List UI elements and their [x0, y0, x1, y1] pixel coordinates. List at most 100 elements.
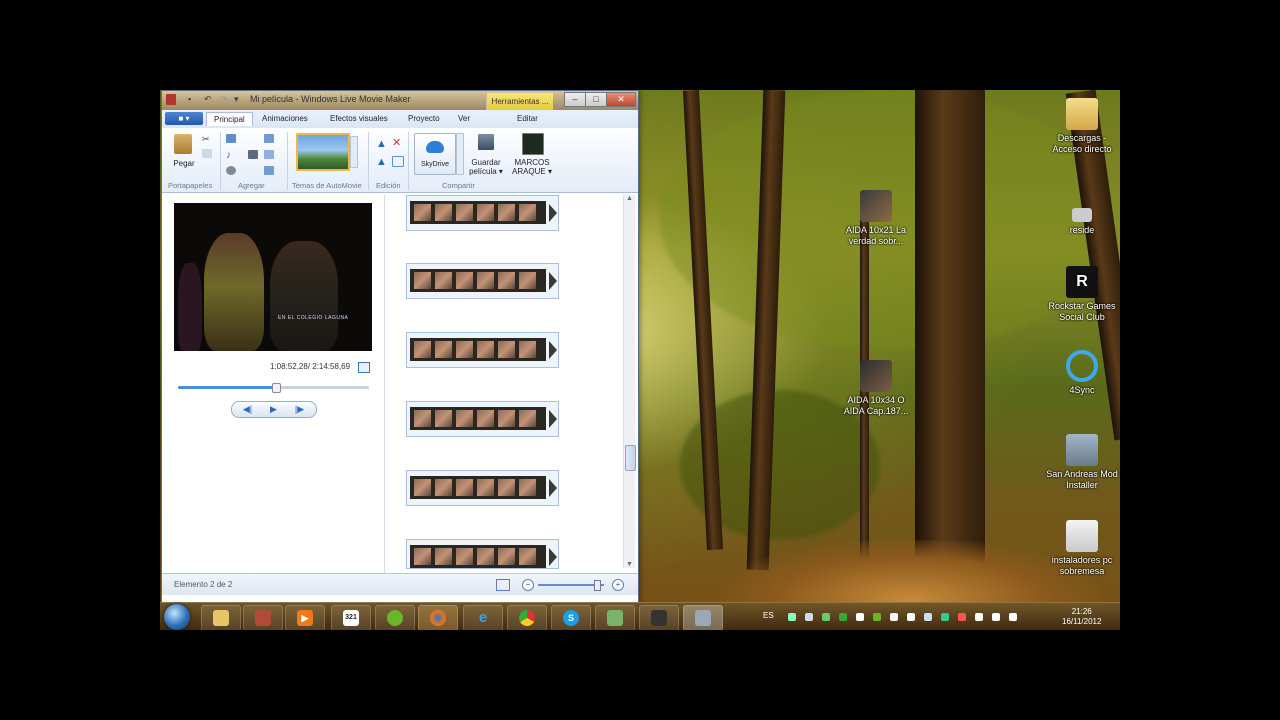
- close-button[interactable]: ✕: [606, 92, 636, 107]
- app-menu-button[interactable]: ■ ▾: [165, 112, 203, 125]
- taskbar-explorer[interactable]: [201, 605, 241, 630]
- taskbar-firefox[interactable]: [418, 605, 458, 630]
- tab-ver[interactable]: Ver: [458, 114, 470, 123]
- start-button[interactable]: [164, 604, 190, 630]
- skydrive-button[interactable]: SkyDrive: [414, 133, 456, 175]
- rotate-right-icon[interactable]: ▲: [376, 156, 387, 168]
- caption-icon[interactable]: [264, 150, 274, 159]
- taskbar-media-player[interactable]: ▶: [285, 605, 325, 630]
- tab-principal[interactable]: Principal: [206, 112, 253, 126]
- add-video-icon[interactable]: [226, 134, 236, 143]
- video-file-aida-10x21[interactable]: AIDA 10x21 La verdad sobr...: [836, 190, 916, 247]
- folder-icon: [1066, 520, 1098, 552]
- tab-proyecto[interactable]: Proyecto: [408, 114, 440, 123]
- rotate-left-icon[interactable]: ▲: [376, 138, 387, 150]
- save-movie-button[interactable]: Guardar película ▾: [466, 158, 506, 176]
- video-clip[interactable]: [406, 332, 559, 368]
- zoom-thumb[interactable]: [594, 580, 602, 591]
- storyboard-scrollbar[interactable]: ▲ ▼: [623, 195, 636, 568]
- paste-icon[interactable]: [174, 134, 192, 154]
- installers-folder[interactable]: instaladores pc sobremesa: [1042, 520, 1120, 577]
- clock[interactable]: 21:26 16/11/2012: [1062, 607, 1101, 627]
- tray-icon[interactable]: [941, 613, 949, 621]
- downloads-shortcut[interactable]: Descargas - Acceso directo: [1042, 98, 1120, 155]
- video-file-aida-10x34[interactable]: AIDA 10x34 O AIDA Cap.187...: [836, 360, 916, 417]
- title-bar[interactable]: ▪ ↶ ↷ ▾ Mi película - Windows Live Movie…: [162, 91, 638, 110]
- taskbar-skype[interactable]: S: [551, 605, 591, 630]
- taskbar-network[interactable]: [595, 605, 635, 630]
- minimize-button[interactable]: –: [564, 92, 586, 107]
- taskbar-calendar[interactable]: 321: [331, 605, 371, 630]
- credits-icon[interactable]: [264, 166, 274, 175]
- undo-icon[interactable]: ↶: [204, 94, 214, 105]
- zoom-out-button[interactable]: −: [522, 579, 534, 591]
- paste-button[interactable]: Pegar: [170, 159, 198, 168]
- scroll-up-icon[interactable]: ▲: [626, 195, 633, 202]
- tray-icon[interactable]: [907, 613, 915, 621]
- video-clip[interactable]: [406, 470, 559, 506]
- tray-icon[interactable]: [924, 613, 932, 621]
- tray-icon[interactable]: [1009, 613, 1017, 621]
- select-all-icon[interactable]: [392, 156, 404, 167]
- save-movie-icon[interactable]: [478, 134, 494, 150]
- share-scroll-icon[interactable]: [456, 133, 464, 175]
- tray-icon[interactable]: [788, 613, 796, 621]
- video-clip[interactable]: [406, 195, 559, 231]
- seek-thumb[interactable]: [272, 383, 282, 393]
- rockstar-social-club[interactable]: R Rockstar Games Social Club: [1042, 266, 1120, 323]
- tab-animaciones[interactable]: Animaciones: [262, 114, 308, 123]
- save-icon[interactable]: ▪: [188, 94, 198, 105]
- taskbar-movie-maker[interactable]: [683, 605, 723, 630]
- fullscreen-icon[interactable]: [358, 362, 370, 373]
- tray-icon[interactable]: [873, 613, 881, 621]
- tray-icon[interactable]: [992, 613, 1000, 621]
- play-button[interactable]: ▶: [260, 402, 287, 417]
- pane-divider[interactable]: [384, 195, 385, 573]
- next-frame-button[interactable]: |▶: [286, 402, 313, 417]
- automovie-theme-thumbnail[interactable]: [296, 133, 350, 171]
- taskbar-device[interactable]: [639, 605, 679, 630]
- tab-efectos-visuales[interactable]: Efectos visuales: [330, 114, 388, 123]
- reside-shortcut[interactable]: reside: [1042, 198, 1120, 236]
- tray-icon[interactable]: [839, 613, 847, 621]
- theme-scroll-icon[interactable]: [350, 136, 358, 168]
- tray-icon[interactable]: [856, 613, 864, 621]
- tray-icon[interactable]: [890, 613, 898, 621]
- language-indicator[interactable]: ES: [763, 611, 774, 620]
- qat-menu-icon[interactable]: ▾: [234, 94, 244, 105]
- scroll-down-icon[interactable]: ▼: [626, 561, 633, 568]
- contextual-tab-tools[interactable]: Herramientas ...: [486, 93, 553, 110]
- previous-frame-button[interactable]: ◀|: [234, 402, 261, 417]
- user-account-button[interactable]: MARCOS ARAQUE ▾: [510, 158, 554, 176]
- tab-editar[interactable]: Editar: [517, 114, 538, 123]
- seek-slider[interactable]: [178, 383, 369, 393]
- taskbar-internet-explorer[interactable]: e: [463, 605, 503, 630]
- thumbnail-size-icon[interactable]: [496, 579, 510, 591]
- video-preview[interactable]: EN EL COLEGIO LAGUNA: [174, 203, 372, 351]
- tray-icon[interactable]: [805, 613, 813, 621]
- video-clip[interactable]: [406, 263, 559, 299]
- tray-icon[interactable]: [975, 613, 983, 621]
- add-music-icon[interactable]: ♪: [226, 150, 236, 161]
- san-andreas-mod-installer[interactable]: San Andreas Mod Installer: [1042, 434, 1120, 491]
- taskbar-winrar[interactable]: [243, 605, 283, 630]
- tray-icon[interactable]: [958, 613, 966, 621]
- video-clip[interactable]: [406, 539, 559, 569]
- cut-icon[interactable]: ✂: [202, 134, 212, 144]
- snapshot-icon[interactable]: [248, 150, 258, 159]
- taskbar-chrome[interactable]: [507, 605, 547, 630]
- redo-icon[interactable]: ↷: [220, 94, 230, 105]
- taskbar-spotify[interactable]: [375, 605, 415, 630]
- copy-icon[interactable]: [202, 149, 212, 158]
- user-avatar-icon[interactable]: [522, 133, 544, 155]
- remove-icon[interactable]: ✕: [392, 136, 402, 149]
- zoom-slider[interactable]: [538, 580, 604, 591]
- zoom-in-button[interactable]: +: [612, 579, 624, 591]
- 4sync-shortcut[interactable]: 4Sync: [1042, 350, 1120, 396]
- video-clip[interactable]: [406, 401, 559, 437]
- webcam-icon[interactable]: [226, 166, 236, 175]
- maximize-button[interactable]: □: [585, 92, 607, 107]
- title-icon[interactable]: [264, 134, 274, 143]
- scroll-thumb[interactable]: [625, 445, 636, 471]
- tray-icon[interactable]: [822, 613, 830, 621]
